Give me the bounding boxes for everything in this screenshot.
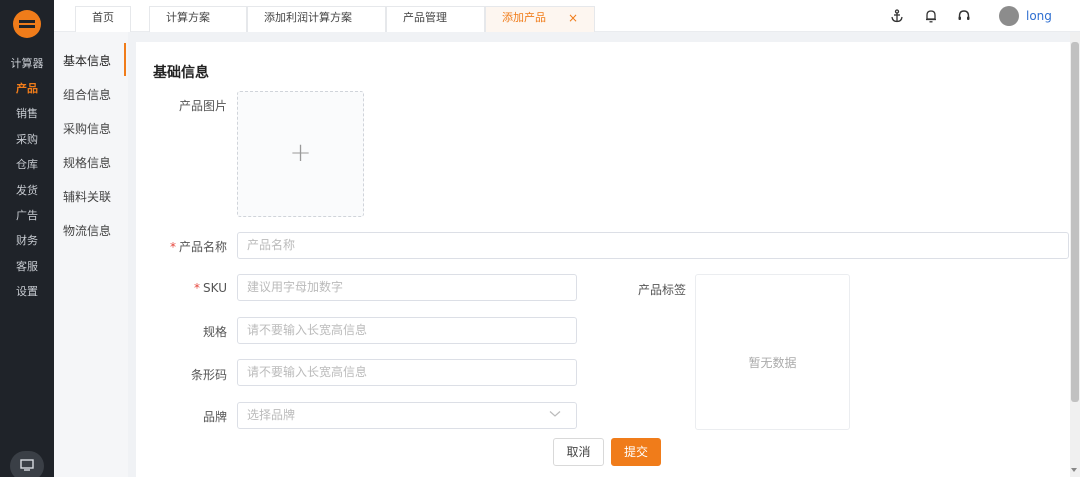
product-name-label: * 产品名称: [150, 238, 227, 255]
subnav-purchase-info[interactable]: 采购信息: [63, 120, 111, 137]
rail-item-warehouse[interactable]: 仓库: [0, 158, 54, 172]
tab-label: 计算方案: [166, 11, 210, 24]
spec-input[interactable]: 请不要输入长宽高信息: [237, 317, 577, 344]
scrollbar-thumb[interactable]: [1071, 42, 1079, 402]
product-name-input[interactable]: 产品名称: [237, 232, 1069, 259]
tab-add-product[interactable]: 添加产品 ×: [485, 6, 595, 32]
anchor-icon[interactable]: [890, 9, 904, 23]
avatar[interactable]: [999, 6, 1019, 26]
tab-label: 添加产品: [502, 11, 546, 24]
scroll-down-arrow-icon[interactable]: [1071, 468, 1077, 472]
brand-select[interactable]: 选择品牌: [237, 402, 577, 429]
rail-item-calculator[interactable]: 计算器: [0, 57, 54, 71]
rail-item-product[interactable]: 产品: [0, 82, 54, 96]
plus-icon: +: [289, 138, 312, 168]
brand-label: 品牌: [202, 410, 227, 424]
label-text: SKU: [203, 281, 227, 295]
required-mark: *: [169, 240, 176, 254]
tab-add-profit-plan[interactable]: 添加利润计算方案: [247, 6, 386, 32]
subnav-accessory-link[interactable]: 辅料关联: [63, 188, 111, 205]
tab-label: 产品管理: [403, 11, 447, 24]
tab-calc-plan[interactable]: 计算方案: [149, 6, 247, 32]
rail-item-finance[interactable]: 财务: [0, 234, 54, 248]
rail-item-settings[interactable]: 设置: [0, 285, 54, 299]
username-link[interactable]: long: [1026, 9, 1052, 23]
subnav-basic-info[interactable]: 基本信息: [63, 52, 111, 69]
barcode-input[interactable]: 请不要输入长宽高信息: [237, 359, 577, 386]
subnav-spec-info[interactable]: 规格信息: [63, 154, 111, 171]
barcode-label: 条形码: [190, 368, 227, 382]
rail-item-service[interactable]: 客服: [0, 260, 54, 274]
tags-label: 产品标签: [637, 283, 686, 297]
monitor-icon: [20, 459, 34, 471]
left-rail: 计算器 产品 销售 采购 仓库 发货 广告 财务 客服 设置: [0, 0, 54, 477]
spec-label: 规格: [202, 325, 227, 339]
headset-icon[interactable]: [957, 9, 971, 23]
empty-state-text: 暂无数据: [748, 356, 797, 370]
screen-toggle-button[interactable]: [10, 451, 44, 477]
section-title: 基础信息: [153, 65, 209, 81]
subnav-combo-info[interactable]: 组合信息: [63, 86, 111, 103]
image-upload[interactable]: +: [237, 91, 364, 217]
label-text: 产品名称: [178, 240, 227, 254]
tab-home[interactable]: 首页: [75, 6, 131, 32]
required-mark: *: [194, 281, 201, 295]
subnav-logistics-info[interactable]: 物流信息: [63, 222, 111, 239]
active-indicator: [124, 43, 126, 76]
image-label: 产品图片: [178, 99, 227, 113]
rail-item-shipping[interactable]: 发货: [0, 184, 54, 198]
tab-label: 添加利润计算方案: [264, 11, 352, 24]
cancel-button[interactable]: 取消: [553, 438, 604, 466]
chevron-down-icon: [549, 411, 561, 417]
sku-label: * SKU: [150, 281, 227, 295]
tab-label: 首页: [92, 11, 114, 24]
rail-item-purchase[interactable]: 采购: [0, 133, 54, 147]
tags-list[interactable]: [695, 274, 850, 430]
rail-item-ads[interactable]: 广告: [0, 209, 54, 223]
sku-input[interactable]: 建议用字母加数字: [237, 274, 577, 301]
app-logo-icon[interactable]: [13, 10, 41, 38]
rail-item-sales[interactable]: 销售: [0, 107, 54, 121]
tab-product-manage[interactable]: 产品管理: [386, 6, 485, 32]
bell-icon[interactable]: [924, 9, 938, 23]
submit-button[interactable]: 提交: [611, 438, 661, 466]
close-tab-icon[interactable]: ×: [568, 7, 578, 29]
